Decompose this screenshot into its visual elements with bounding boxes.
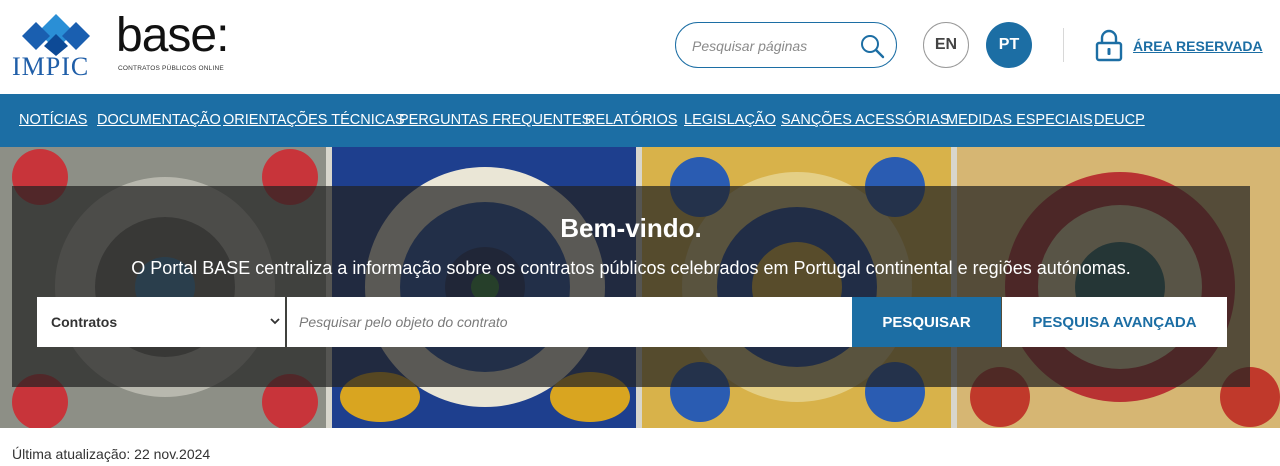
search-icon[interactable] bbox=[859, 33, 885, 59]
nav-item-perguntas-frequentes[interactable]: PERGUNTAS FREQUENTES bbox=[399, 112, 591, 128]
nav-item-orientacoes-tecnicas[interactable]: ORIENTAÇÕES TÉCNICAS bbox=[223, 112, 405, 128]
nav-item-sancoes-acessorias[interactable]: SANÇÕES ACESSÓRIAS bbox=[781, 112, 949, 128]
search-type-value: Contratos bbox=[51, 314, 118, 330]
lock-icon[interactable] bbox=[1094, 28, 1124, 62]
nav-item-deucp[interactable]: DEUCP bbox=[1094, 112, 1145, 128]
advanced-search-button[interactable]: PESQUISA AVANÇADA bbox=[1002, 297, 1227, 347]
base-logo-tagline: CONTRATOS PÚBLICOS ONLINE bbox=[118, 65, 224, 72]
search-button[interactable]: PESQUISAR bbox=[852, 297, 1001, 347]
main-nav: NOTÍCIAS DOCUMENTAÇÃO ORIENTAÇÕES TÉCNIC… bbox=[0, 94, 1280, 147]
site-search bbox=[675, 22, 897, 68]
nav-item-relatorios[interactable]: RELATÓRIOS bbox=[585, 112, 677, 128]
nav-item-legislacao[interactable]: LEGISLAÇÃO bbox=[684, 112, 776, 128]
language-en-button[interactable]: EN bbox=[923, 22, 969, 68]
language-pt-button[interactable]: PT bbox=[986, 22, 1032, 68]
hero-banner: Bem-vindo. O Portal BASE centraliza a in… bbox=[0, 147, 1280, 428]
hero-subtitle: O Portal BASE centraliza a informação so… bbox=[131, 258, 1131, 278]
search-type-select[interactable]: Contratos bbox=[37, 297, 285, 347]
header-divider bbox=[1063, 28, 1064, 62]
nav-item-medidas-especiais[interactable]: MEDIDAS ESPECIAIS bbox=[946, 112, 1093, 128]
nav-item-documentacao[interactable]: DOCUMENTAÇÃO bbox=[97, 112, 221, 128]
contract-search-input[interactable] bbox=[287, 297, 852, 347]
chevron-down-icon bbox=[270, 318, 280, 325]
site-search-input[interactable] bbox=[692, 35, 852, 57]
hero-title: Bem-vindo. bbox=[560, 213, 702, 243]
impic-logo-text: IMPIC bbox=[12, 52, 90, 81]
nav-item-noticias[interactable]: NOTÍCIAS bbox=[19, 112, 87, 128]
reserved-area-link[interactable]: ÁREA RESERVADA bbox=[1133, 38, 1263, 54]
last-update-text: Última atualização: 22 nov.2024 bbox=[12, 446, 211, 462]
base-logo[interactable]: base: bbox=[116, 10, 229, 62]
site-header: IMPIC base: CONTRATOS PÚBLICOS ONLINE EN… bbox=[0, 0, 1280, 94]
